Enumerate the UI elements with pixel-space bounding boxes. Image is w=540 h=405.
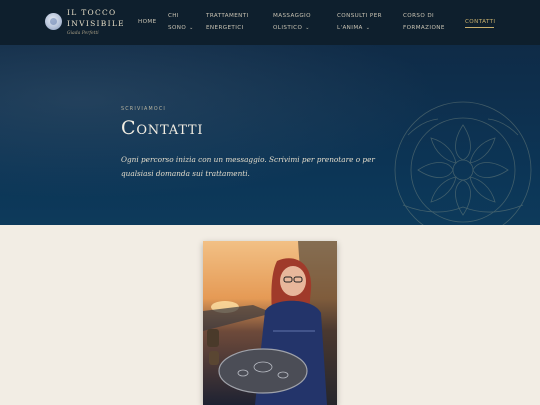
nav-item-label: OLISTICO bbox=[273, 25, 303, 31]
brand-subtitle: Giada Perfetti bbox=[67, 31, 99, 36]
nav-item-label: TRATTAMENTI bbox=[206, 13, 249, 19]
nav-item-consulti[interactable]: CONSULTI PER L'ANIMA ⌄ bbox=[337, 10, 382, 34]
hero-description: Ogni percorso inizia con un messaggio. S… bbox=[121, 155, 375, 178]
nav-item-massaggio[interactable]: MASSAGGIO OLISTICO ⌄ bbox=[273, 10, 311, 34]
contact-photo bbox=[203, 241, 337, 405]
chevron-down-icon: ⌄ bbox=[189, 25, 194, 31]
logo-icon[interactable] bbox=[45, 13, 62, 30]
nav-item-corso[interactable]: CORSO DI FORMAZIONE bbox=[403, 10, 445, 34]
nav-item-home[interactable]: HOME bbox=[138, 16, 157, 28]
hero-eyebrow: SCRIVIAMOCI bbox=[121, 107, 166, 112]
portrait-photo-icon bbox=[203, 241, 337, 405]
brand-name[interactable]: IL TOCCO INVISIBILE bbox=[67, 7, 125, 29]
nav-item-label: MASSAGGIO bbox=[273, 13, 311, 19]
nav-item-chi-sono[interactable]: CHI SONO ⌄ bbox=[168, 10, 194, 34]
active-nav-underline bbox=[465, 27, 494, 28]
brand-line-1: IL TOCCO bbox=[67, 8, 117, 17]
nav-item-label: CORSO DI bbox=[403, 13, 435, 19]
nav-item-label: L'ANIMA bbox=[337, 25, 363, 31]
page-title: Contatti bbox=[121, 117, 204, 139]
nav-item-trattamenti[interactable]: TRATTAMENTI ENERGETICI bbox=[206, 10, 249, 34]
brand-line-2: INVISIBILE bbox=[67, 19, 125, 28]
nav-item-label: CONTATTI bbox=[465, 19, 496, 25]
chevron-down-icon: ⌄ bbox=[305, 25, 310, 31]
nav-item-label: HOME bbox=[138, 19, 157, 25]
nav-item-label: CHI bbox=[168, 13, 179, 19]
nav-item-label: CONSULTI PER bbox=[337, 13, 382, 19]
chevron-down-icon: ⌄ bbox=[365, 25, 371, 31]
hero-section: SCRIVIAMOCI Contatti Ogni percorso inizi… bbox=[0, 45, 540, 225]
site-header: IL TOCCO INVISIBILE Giada Perfetti HOME … bbox=[0, 0, 540, 45]
lotus-ornament-icon bbox=[394, 101, 532, 225]
nav-item-label: ENERGETICI bbox=[206, 25, 244, 31]
nav-item-label: FORMAZIONE bbox=[403, 25, 445, 31]
nav-item-label: SONO bbox=[168, 25, 187, 31]
